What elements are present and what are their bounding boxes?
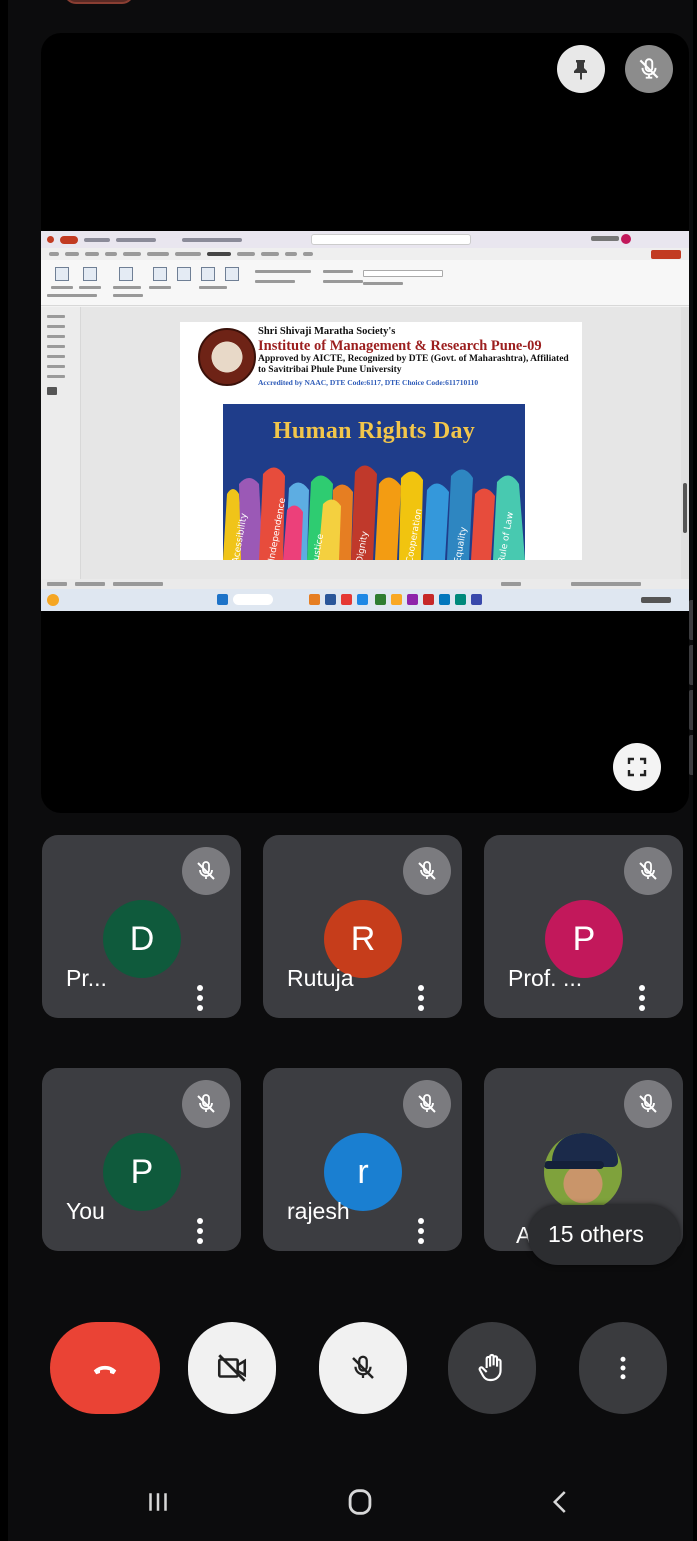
participant-tile-self[interactable]: P You xyxy=(42,1068,241,1251)
participant-options-button[interactable] xyxy=(411,1214,431,1254)
raised-hands-illustration xyxy=(223,465,525,560)
slide-approval-text: Approved by AICTE, Recognized by DTE (Go… xyxy=(258,354,569,375)
slide-society-name: Shri Shivaji Maratha Society's xyxy=(258,326,396,337)
poster-title: Human Rights Day xyxy=(272,418,476,444)
phone-hangup-icon xyxy=(93,1365,117,1375)
more-vertical-icon xyxy=(620,1356,626,1380)
participant-name: You xyxy=(66,1198,105,1224)
participant-tile[interactable]: r rajesh xyxy=(263,1068,462,1251)
participant-options-button[interactable] xyxy=(190,1214,210,1254)
ppt-user-avatar xyxy=(621,234,631,244)
app-logo-fragment xyxy=(64,0,134,4)
presenter-mute-indicator xyxy=(625,45,673,93)
shared-screen: Shri Shivaji Maratha Society's Institute… xyxy=(41,231,689,611)
powerpoint-menubar xyxy=(41,248,689,260)
recents-button[interactable] xyxy=(128,1472,188,1532)
ppt-search-box xyxy=(311,234,471,245)
raise-hand-button[interactable] xyxy=(448,1322,536,1414)
edge-panel-handle[interactable] xyxy=(689,735,693,775)
mic-off-icon xyxy=(403,847,451,895)
avatar: P xyxy=(103,1133,181,1211)
system-navigation-bar xyxy=(8,1450,693,1541)
pin-button[interactable] xyxy=(557,45,605,93)
microphone-toggle-button[interactable] xyxy=(319,1322,407,1414)
participant-name: Pr... xyxy=(66,965,107,991)
windows-taskbar xyxy=(41,589,689,611)
avatar: D xyxy=(103,900,181,978)
home-icon xyxy=(348,1489,372,1515)
fullscreen-icon xyxy=(627,757,647,777)
mic-off-icon xyxy=(624,1080,672,1128)
participant-name: rajesh xyxy=(287,1198,350,1224)
powerpoint-titlebar xyxy=(41,231,689,248)
weather-icon xyxy=(47,594,59,606)
participant-tile[interactable]: D Pr... xyxy=(42,835,241,1018)
home-button[interactable] xyxy=(330,1472,390,1532)
edge-panel-handle[interactable] xyxy=(689,690,693,730)
slide-thumbnails-pane xyxy=(41,307,81,579)
pin-icon xyxy=(574,60,587,80)
more-options-button[interactable] xyxy=(579,1322,667,1414)
others-count-label: 15 others xyxy=(548,1221,644,1247)
avatar-photo xyxy=(544,1133,622,1211)
camera-toggle-button[interactable] xyxy=(188,1322,276,1414)
slide-institute-name: Institute of Management & Research Pune-… xyxy=(258,338,542,354)
powerpoint-ribbon xyxy=(41,260,689,306)
mic-off-icon xyxy=(624,847,672,895)
participant-name: Rutuja xyxy=(287,965,354,991)
presentation-stage[interactable]: Shri Shivaji Maratha Society's Institute… xyxy=(41,33,689,813)
back-icon xyxy=(552,1491,566,1513)
mic-off-icon xyxy=(352,1355,374,1379)
ppt-statusbar xyxy=(41,579,689,589)
end-call-button[interactable] xyxy=(50,1322,160,1414)
hand-icon xyxy=(478,1353,502,1382)
slide-accreditation-text: Accredited by NAAC, DTE Code:6117, DTE C… xyxy=(258,378,479,387)
participant-options-button[interactable] xyxy=(411,981,431,1021)
mic-off-icon xyxy=(182,847,230,895)
edge-panel-handle[interactable] xyxy=(689,645,693,685)
participant-tile[interactable]: R Rutuja xyxy=(263,835,462,1018)
back-button[interactable] xyxy=(531,1472,591,1532)
mic-off-icon xyxy=(639,58,659,79)
institute-seal-icon xyxy=(198,328,256,386)
participant-tile[interactable]: P Prof. ... xyxy=(484,835,683,1018)
taskbar-search xyxy=(233,594,273,605)
meet-call-screen: Shri Shivaji Maratha Society's Institute… xyxy=(8,0,693,1541)
mic-off-icon xyxy=(403,1080,451,1128)
recents-icon xyxy=(149,1493,167,1511)
participant-name: Prof. ... xyxy=(508,965,583,991)
ppt-scrollbar xyxy=(681,307,689,579)
participant-options-button[interactable] xyxy=(190,981,210,1021)
video-off-icon xyxy=(217,1354,247,1382)
human-rights-poster: Human Rights Day Acessibility Independen… xyxy=(223,404,525,560)
presentation-slide: Shri Shivaji Maratha Society's Institute… xyxy=(180,322,582,560)
edge-panel-handle[interactable] xyxy=(689,600,693,640)
participant-options-button[interactable] xyxy=(632,981,652,1021)
others-count-button[interactable]: 15 others xyxy=(528,1205,680,1265)
mic-off-icon xyxy=(182,1080,230,1128)
fullscreen-button[interactable] xyxy=(613,743,661,791)
